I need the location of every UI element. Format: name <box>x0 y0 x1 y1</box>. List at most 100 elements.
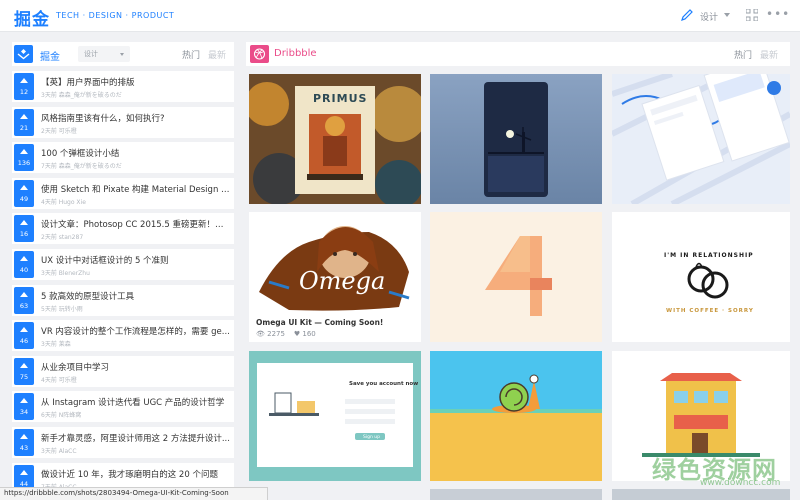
form-cta: Sign up <box>363 435 380 440</box>
juejin-badge <box>14 45 33 63</box>
heart-icon[interactable]: ♥ <box>294 330 300 338</box>
article-title[interactable]: UX 设计中对话框设计的 5 个准则 <box>41 254 231 266</box>
dribbble-shot[interactable] <box>612 74 790 204</box>
juejin-panel-header: 掘金 设计 热门 最新 <box>12 42 234 66</box>
tab-new[interactable]: 最新 <box>760 48 778 61</box>
upvote-button[interactable]: 136 <box>14 144 34 172</box>
pen-icon[interactable] <box>680 8 694 22</box>
article-title[interactable]: VR 内容设计的整个工作流程是怎样的，需要 ge... <box>41 325 231 337</box>
watermark-url: www.downcc.com <box>700 478 781 488</box>
article-title[interactable]: 100 个弹框设计小结 <box>41 147 231 159</box>
arrow-up-icon <box>20 362 28 368</box>
article-item[interactable]: 12 【英】用户界面中的排版 3天前 森森_俺が新を破るのだ <box>12 71 234 102</box>
article-item[interactable]: 75 从业余项目中学习 4天前 可乐橙 <box>12 355 234 387</box>
chevron-down-icon <box>120 53 124 56</box>
article-item[interactable]: 136 100 个弹框设计小结 7天前 森森_俺が新を破るのだ <box>12 142 234 174</box>
article-list: 12 【英】用户界面中的排版 3天前 森森_俺が新を破るのだ 21 风格指南里该有什么，… <box>12 71 234 498</box>
article-meta: 3天前 BlenerZhu <box>41 269 90 277</box>
vote-count: 136 <box>17 159 31 168</box>
dribbble-badge <box>250 45 269 63</box>
vote-count: 12 <box>19 88 29 96</box>
vote-count: 40 <box>19 265 29 274</box>
shot-thumbnail <box>430 351 602 481</box>
filter-select[interactable]: 设计 <box>78 46 130 62</box>
juejin-logo-icon <box>17 49 30 60</box>
article-meta: 5天前 玩转小雨 <box>41 305 83 313</box>
dribbble-shot[interactable]: Omega Omega UI Kit — Coming Soon! 👁 2275… <box>249 212 421 342</box>
arrow-up-icon <box>20 78 28 83</box>
shot-thumbnail <box>612 74 790 204</box>
upvote-button[interactable]: 63 <box>14 286 34 314</box>
article-meta: 6天前 N阵蜂窝 <box>41 412 82 420</box>
arrow-up-icon <box>20 469 28 475</box>
grid-icon[interactable] <box>746 9 758 21</box>
category-selector[interactable]: 设计 <box>700 10 718 23</box>
article-title[interactable]: 风格指南里该有什么，如何执行? <box>41 112 231 124</box>
badge-text-top: I'M IN RELATIONSHIP <box>664 252 754 259</box>
article-meta: 4天前 可乐橙 <box>41 376 77 384</box>
article-item[interactable]: 49 使用 Sketch 和 Pixate 构建 Material Design … <box>12 177 234 209</box>
article-title[interactable]: 设计文章：Photosop CC 2015.5 重磅更新！超实... <box>41 218 231 230</box>
view-count: 2275 <box>267 330 285 338</box>
article-title[interactable]: 从 Instagram 设计迭代看 UGC 产品的设计哲学 <box>41 396 231 408</box>
upvote-button[interactable]: 75 <box>14 357 34 385</box>
upvote-button[interactable]: 12 <box>14 73 34 100</box>
tab-hot[interactable]: 热门 <box>182 48 200 61</box>
dribbble-shot[interactable]: Save you account now Sign up <box>249 351 421 481</box>
dribbble-shot[interactable] <box>430 74 602 204</box>
upvote-button[interactable]: 40 <box>14 250 34 278</box>
tab-new[interactable]: 最新 <box>208 48 226 61</box>
dribbble-shot[interactable]: I'M IN RELATIONSHIP WITH COFFEE · SORRY <box>612 212 790 342</box>
article-meta: 3天前 莱森 <box>41 341 71 349</box>
article-meta: 3天前 AlaCC <box>41 447 77 455</box>
shot-stats: 👁 2275 ♥ 160 <box>256 330 316 338</box>
dribbble-shot[interactable] <box>430 489 602 500</box>
chevron-down-icon[interactable] <box>724 13 730 17</box>
juejin-logo[interactable]: 掘金 <box>14 5 50 30</box>
poster-text: PRIMUS <box>313 92 368 105</box>
article-item[interactable]: 46 VR 内容设计的整个工作流程是怎样的，需要 ge... 3天前 莱森 <box>12 320 234 352</box>
vote-count: 34 <box>19 408 29 417</box>
more-icon[interactable]: ••• <box>766 7 790 21</box>
article-title[interactable]: 做设计近 10 年，我才琢磨明白的这 20 个问题 <box>41 468 231 480</box>
upvote-button[interactable]: 21 <box>14 108 34 136</box>
filter-value: 设计 <box>84 50 98 58</box>
upvote-button[interactable]: 46 <box>14 322 34 350</box>
article-title[interactable]: 新手才靠灵感，阿里设计师用这 2 方法提升设计... <box>41 432 231 444</box>
upvote-button[interactable]: 49 <box>14 179 34 207</box>
dribbble-shot[interactable] <box>430 351 602 481</box>
article-item[interactable]: 63 5 款高效的原型设计工具 5天前 玩转小雨 <box>12 284 234 316</box>
article-item[interactable]: 43 新手才靠灵感，阿里设计师用这 2 方法提升设计... 3天前 AlaCC <box>12 426 234 458</box>
article-item[interactable]: 34 从 Instagram 设计迭代看 UGC 产品的设计哲学 6天前 N阵蜂窝 <box>12 391 234 423</box>
upvote-button[interactable]: 16 <box>14 215 34 243</box>
upvote-button[interactable]: 43 <box>14 428 34 456</box>
like-count: 160 <box>302 330 316 338</box>
shot-art-text: Omega <box>299 267 386 295</box>
status-bar: https://dribbble.com/shots/2803494-Omega… <box>0 487 268 500</box>
shot-thumbnail <box>430 74 602 204</box>
arrow-up-icon <box>20 184 28 190</box>
vote-count: 49 <box>19 194 29 203</box>
shot-caption[interactable]: Omega UI Kit — Coming Soon! <box>256 318 383 327</box>
dribbble-shot[interactable] <box>612 489 790 500</box>
shot-thumbnail <box>249 351 421 481</box>
shot-thumbnail <box>249 212 421 316</box>
dribbble-shot[interactable]: PRIMUS <box>249 74 421 204</box>
vote-count: 46 <box>19 337 29 346</box>
vote-count: 43 <box>19 443 29 452</box>
article-title[interactable]: 【英】用户界面中的排版 <box>41 76 231 88</box>
arrow-up-icon <box>20 149 28 155</box>
arrow-up-icon <box>20 433 28 439</box>
article-item[interactable]: 21 风格指南里该有什么，如何执行? 2天前 可乐橙 <box>12 106 234 138</box>
arrow-up-icon <box>20 255 28 261</box>
article-item[interactable]: 40 UX 设计中对话框设计的 5 个准则 3天前 BlenerZhu <box>12 248 234 280</box>
article-title[interactable]: 使用 Sketch 和 Pixate 构建 Material Design 原型… <box>41 183 231 195</box>
article-title[interactable]: 5 款高效的原型设计工具 <box>41 290 231 302</box>
arrow-up-icon <box>20 220 28 226</box>
tab-hot[interactable]: 热门 <box>734 48 752 61</box>
panel-title: 掘金 <box>40 52 60 63</box>
upvote-button[interactable]: 34 <box>14 393 34 421</box>
article-item[interactable]: 16 设计文章：Photosop CC 2015.5 重磅更新！超实... 2天前 … <box>12 213 234 245</box>
article-title[interactable]: 从业余项目中学习 <box>41 361 231 373</box>
dribbble-shot[interactable] <box>430 212 602 342</box>
